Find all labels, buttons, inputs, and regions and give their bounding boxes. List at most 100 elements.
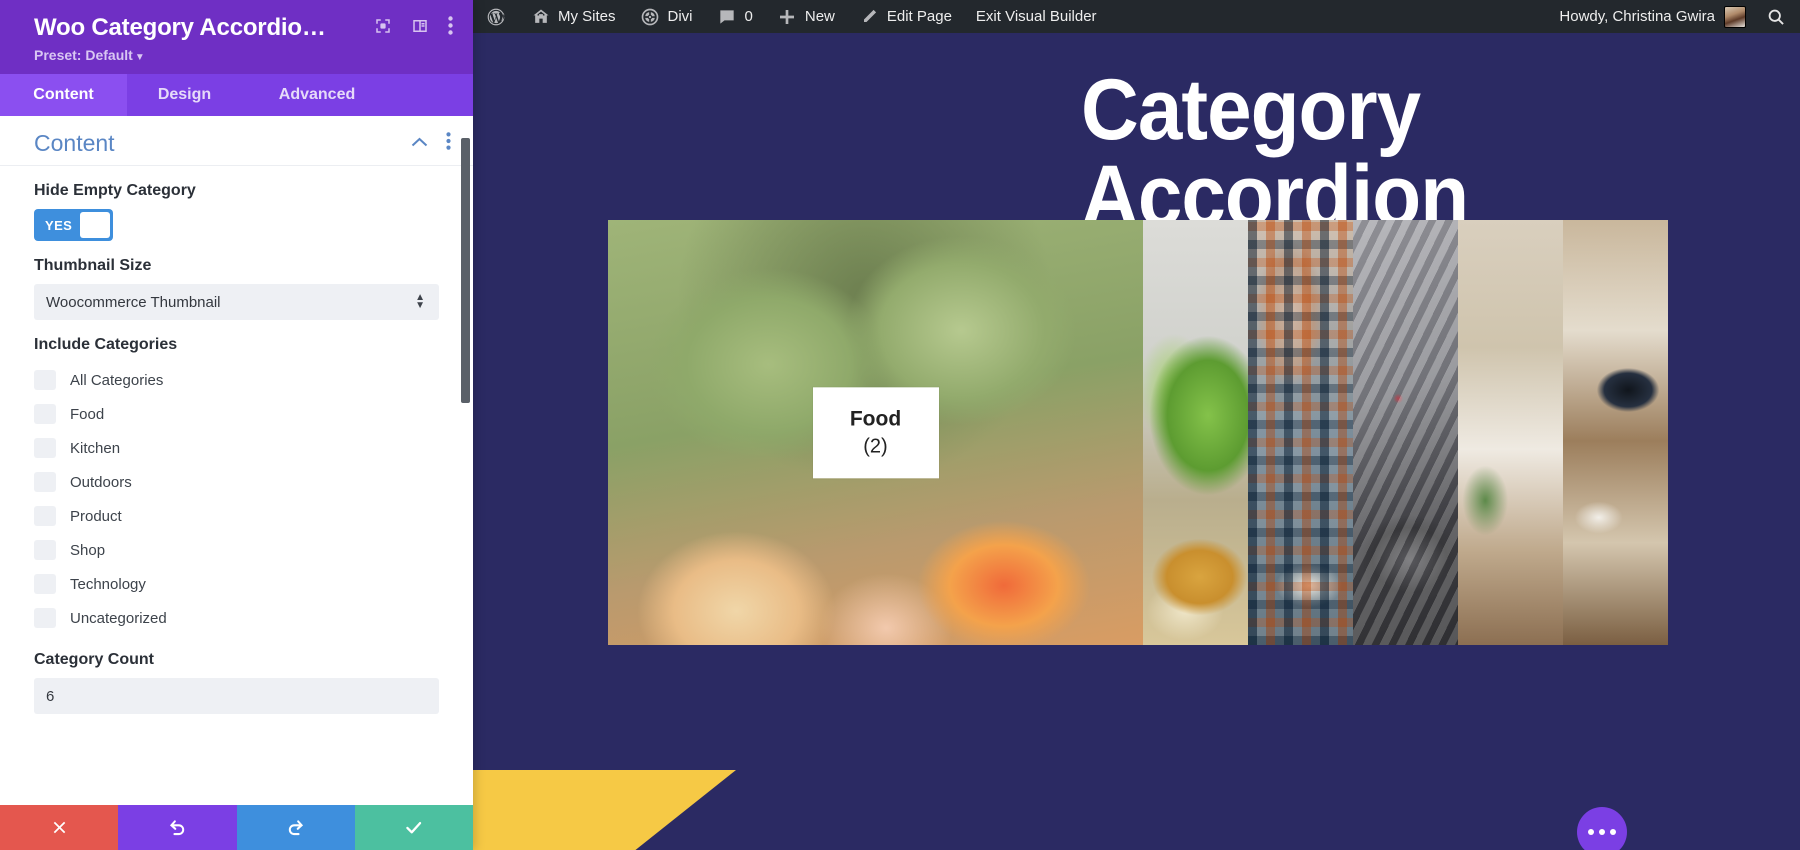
field-category-count: Category Count 6 — [0, 635, 473, 714]
admin-bar-exit-label: Exit Visual Builder — [975, 8, 1097, 25]
section-header-icons — [411, 132, 451, 155]
checkbox-row[interactable]: Uncategorized — [34, 601, 439, 635]
redo-button[interactable] — [236, 805, 355, 850]
thumbnail-size-select-wrap: Woocommerce Thumbnail ▲ ▼ — [34, 284, 439, 320]
checkbox-product[interactable] — [34, 506, 56, 526]
tab-advanced[interactable]: Advanced — [242, 74, 392, 116]
admin-bar-my-sites[interactable]: My Sites — [518, 0, 628, 33]
avatar[interactable] — [1724, 5, 1746, 28]
undo-icon — [169, 820, 185, 836]
ellipsis-icon — [1599, 829, 1605, 835]
checkbox-label: Technology — [70, 575, 146, 593]
checkbox-label: Outdoors — [70, 473, 132, 491]
toggle-knob — [80, 212, 110, 238]
checkbox-row[interactable]: Shop — [34, 533, 439, 567]
settings-scrollbar[interactable] — [461, 138, 470, 403]
admin-bar-howdy[interactable]: Howdy, Christina Gwira — [1559, 8, 1715, 25]
tab-content[interactable]: Content — [0, 74, 127, 116]
checkbox-row[interactable]: Technology — [34, 567, 439, 601]
checkbox-uncategorized[interactable] — [34, 608, 56, 628]
chevron-down-icon: ▼ — [134, 52, 145, 63]
settings-body: Content Hide Empty Category YES Thumbnai… — [0, 116, 473, 805]
wordpress-icon — [485, 6, 506, 27]
admin-bar-exit-visual-builder[interactable]: Exit Visual Builder — [964, 0, 1109, 33]
living-room-photo — [1563, 220, 1668, 645]
wp-admin-bar: My Sites Divi 0 New Edit Page Exit Visua… — [473, 0, 1800, 33]
save-button[interactable] — [354, 805, 473, 850]
search-icon[interactable] — [1766, 7, 1786, 27]
settings-header-icons — [374, 16, 453, 40]
accordion-panel-3[interactable] — [1248, 220, 1353, 645]
checkbox-kitchen[interactable] — [34, 438, 56, 458]
checkbox-row[interactable]: Food — [34, 397, 439, 431]
category-count-input[interactable]: 6 — [34, 678, 439, 714]
redo-icon — [288, 820, 304, 836]
checkbox-all-categories[interactable] — [34, 370, 56, 390]
checkbox-row[interactable]: Product — [34, 499, 439, 533]
yellow-divider-shape — [473, 770, 736, 850]
checkbox-shop[interactable] — [34, 540, 56, 560]
admin-bar-right: Howdy, Christina Gwira — [1559, 5, 1800, 28]
accordion-panel-label: Food (2) — [812, 386, 939, 479]
check-icon — [406, 821, 422, 834]
focus-icon[interactable] — [374, 17, 392, 40]
settings-tabs: Content Design Advanced — [0, 74, 473, 116]
settings-scroll-area: Content Hide Empty Category YES Thumbnai… — [0, 116, 473, 805]
gallery-wall-photo — [1458, 220, 1563, 645]
section-header-content[interactable]: Content — [0, 116, 473, 166]
accordion-panel-2[interactable] — [1143, 220, 1248, 645]
ellipsis-icon — [1588, 829, 1594, 835]
page-canvas: Category Accordion Food (2) — [473, 33, 1800, 850]
admin-bar-my-sites-label: My Sites — [558, 8, 616, 25]
checkbox-row[interactable]: All Categories — [34, 363, 439, 397]
hide-empty-toggle[interactable]: YES — [34, 209, 113, 241]
chevron-up-icon[interactable] — [411, 135, 428, 153]
cancel-button[interactable] — [0, 805, 119, 850]
plus-icon — [777, 6, 798, 27]
checkbox-label: All Categories — [70, 371, 164, 389]
divi-icon — [640, 6, 661, 27]
settings-action-bar — [0, 805, 473, 850]
checkbox-label: Kitchen — [70, 439, 121, 457]
checkbox-row[interactable]: Kitchen — [34, 431, 439, 465]
tab-design[interactable]: Design — [127, 74, 242, 116]
add-section-button[interactable] — [1577, 807, 1627, 850]
more-vertical-icon[interactable] — [448, 16, 453, 40]
thumbnail-size-select[interactable]: Woocommerce Thumbnail — [34, 284, 439, 320]
sites-icon — [530, 6, 551, 27]
admin-bar-comments[interactable]: 0 — [705, 0, 765, 33]
section-title: Content — [34, 130, 115, 156]
checkbox-row[interactable]: Outdoors — [34, 465, 439, 499]
field-include-categories: Include Categories All Categories Food K… — [0, 320, 473, 635]
checkbox-food[interactable] — [34, 404, 56, 424]
layout-icon[interactable] — [411, 17, 429, 40]
admin-bar-comments-count: 0 — [744, 8, 753, 25]
checkbox-label: Shop — [70, 541, 106, 559]
admin-bar-divi-label: Divi — [667, 8, 693, 25]
admin-bar-edit-page-label: Edit Page — [886, 8, 952, 25]
close-icon — [53, 821, 65, 834]
more-vertical-icon[interactable] — [446, 132, 451, 155]
lettuce-bread-photo — [1143, 220, 1248, 645]
comment-icon — [717, 6, 738, 27]
accordion-panel-6[interactable] — [1563, 220, 1668, 645]
admin-bar-edit-page[interactable]: Edit Page — [847, 0, 964, 33]
accordion-panel-5[interactable] — [1458, 220, 1563, 645]
pencil-icon — [859, 6, 880, 27]
settings-title-row: Woo Category Accordion Se... — [34, 14, 453, 42]
accordion-panel-4[interactable] — [1353, 220, 1458, 645]
admin-bar-new-label: New — [804, 8, 835, 25]
admin-bar-new[interactable]: New — [765, 0, 847, 33]
picnic-blanket-photo — [1248, 220, 1353, 645]
checkbox-technology[interactable] — [34, 574, 56, 594]
settings-preset[interactable]: Preset: Default ▼ — [34, 47, 453, 63]
accordion-panel-food[interactable]: Food (2) — [608, 220, 1143, 645]
module-settings-panel: Woo Category Accordion Se... Preset: Def… — [0, 0, 473, 850]
admin-bar-divi[interactable]: Divi — [628, 0, 705, 33]
checkbox-outdoors[interactable] — [34, 472, 56, 492]
admin-bar-wordpress-logo[interactable] — [473, 0, 518, 33]
undo-button[interactable] — [118, 805, 237, 850]
settings-panel-header: Woo Category Accordion Se... Preset: Def… — [0, 0, 473, 74]
select-arrows-icon: ▲ ▼ — [415, 292, 425, 311]
settings-preset-label: Preset: Default — [34, 47, 133, 63]
